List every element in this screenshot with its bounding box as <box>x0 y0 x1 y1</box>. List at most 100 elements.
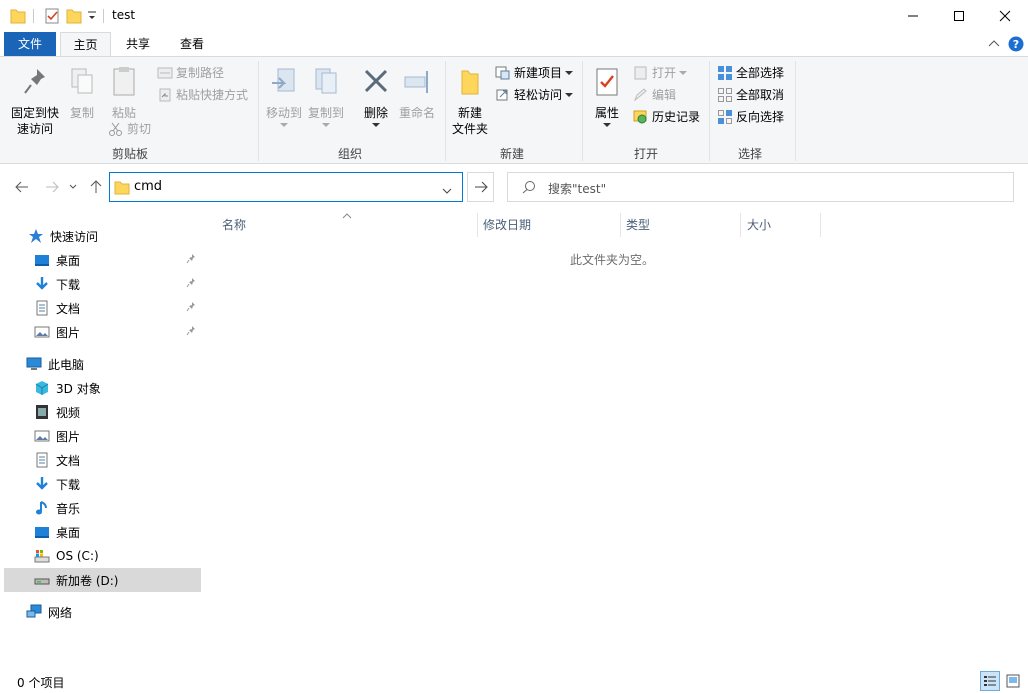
easy-access-button[interactable]: 轻松访问 <box>495 85 574 105</box>
back-button[interactable] <box>12 178 32 196</box>
copy-to-button[interactable]: 复制到 <box>304 65 348 128</box>
go-arrow-icon <box>474 181 488 193</box>
copy-button[interactable]: 复制 <box>64 65 100 121</box>
nav-this-pc[interactable]: 此电脑 <box>0 352 204 376</box>
download-icon <box>36 477 48 490</box>
select-none-icon <box>718 88 732 102</box>
help-icon[interactable]: ? <box>1008 36 1024 55</box>
column-header-size[interactable]: 大小 <box>741 213 821 237</box>
clipboard-group-label: 剪贴板 <box>111 147 148 161</box>
tab-file[interactable]: 文件 <box>4 32 56 56</box>
forward-button[interactable] <box>42 178 62 196</box>
customize-quick-access-icon[interactable] <box>87 9 97 27</box>
select-all-icon <box>718 66 732 80</box>
drive-icon <box>34 578 50 585</box>
search-box[interactable]: 搜索"test" <box>507 172 1014 202</box>
column-header-date-modified[interactable]: 修改日期 <box>478 213 621 237</box>
chevron-down-icon <box>280 123 288 127</box>
pin-icon <box>186 254 195 264</box>
computer-icon <box>26 357 42 370</box>
recent-locations-button[interactable] <box>66 178 80 196</box>
new-folder-button[interactable]: 新建 文件夹 <box>448 65 492 137</box>
rename-button[interactable]: 重命名 <box>396 65 438 121</box>
nav-pc-pictures[interactable]: 图片 <box>0 424 204 448</box>
new-folder-quick-icon[interactable] <box>66 7 82 25</box>
history-button[interactable]: 历史记录 <box>633 107 700 127</box>
tab-view[interactable]: 查看 <box>170 32 214 56</box>
nav-qa-pictures[interactable]: 图片 <box>0 320 204 344</box>
select-none-button[interactable]: 全部取消 <box>717 85 784 105</box>
forward-arrow-icon <box>46 181 59 193</box>
status-bar: 0 个项目 <box>0 669 1028 693</box>
nav-pc-3d-objects[interactable]: 3D 对象 <box>0 376 204 400</box>
cut-button[interactable]: 剪切 <box>108 119 151 139</box>
nav-pc-videos[interactable]: 视频 <box>0 400 204 424</box>
organize-group-label: 组织 <box>337 147 362 161</box>
svg-text:?: ? <box>1013 38 1019 51</box>
search-placeholder: 搜索"test" <box>548 182 607 196</box>
close-button[interactable] <box>982 0 1028 32</box>
scissors-icon <box>109 122 122 136</box>
select-group-label: 选择 <box>737 147 762 161</box>
desktop-icon <box>35 255 49 266</box>
picture-icon <box>34 326 50 338</box>
history-icon <box>633 110 647 124</box>
pin-icon <box>186 278 195 288</box>
nav-pc-music[interactable]: 音乐 <box>0 496 204 520</box>
up-button[interactable] <box>86 178 106 196</box>
properties-quick-icon[interactable] <box>44 7 60 25</box>
nav-qa-downloads[interactable]: 下载 <box>0 272 204 296</box>
chevron-down-icon <box>565 70 574 75</box>
paste-shortcut-button[interactable]: 粘贴快捷方式 <box>157 85 248 105</box>
nav-network[interactable]: 网络 <box>0 600 204 624</box>
copy-path-icon <box>157 67 173 79</box>
nav-pc-new-volume[interactable]: 新加卷 (D:) <box>4 568 201 592</box>
collapse-ribbon-icon[interactable] <box>988 38 1000 52</box>
chevron-down-icon <box>565 92 574 97</box>
edit-icon <box>633 88 647 102</box>
nav-quick-access[interactable]: 快速访问 <box>0 224 204 248</box>
open-group-label: 打开 <box>633 147 658 161</box>
copy-path-button[interactable]: 复制路径 <box>157 63 224 83</box>
address-input[interactable] <box>134 179 434 194</box>
maximize-button[interactable] <box>936 0 982 32</box>
nav-pc-os-drive[interactable]: OS (C:) <box>0 544 204 568</box>
go-button[interactable] <box>467 172 494 202</box>
open-button[interactable]: 打开 <box>633 63 688 83</box>
desktop-icon <box>35 527 49 538</box>
tab-share[interactable]: 共享 <box>116 32 160 56</box>
column-header-name[interactable]: 名称 <box>204 213 478 237</box>
paste-button[interactable]: 粘贴 <box>104 65 144 121</box>
ribbon-tabs: 文件 主页 共享 查看 ? <box>0 32 1028 57</box>
nav-pc-downloads[interactable]: 下载 <box>0 472 204 496</box>
document-icon <box>36 452 48 468</box>
column-header-type[interactable]: 类型 <box>621 213 741 237</box>
close-icon <box>999 10 1011 22</box>
nav-pc-documents[interactable]: 文档 <box>0 448 204 472</box>
invert-selection-icon <box>718 110 732 124</box>
address-dropdown-icon[interactable] <box>442 184 452 198</box>
delete-button[interactable]: 删除 <box>356 65 396 128</box>
pin-icon <box>24 69 45 94</box>
edit-button[interactable]: 编辑 <box>633 85 676 105</box>
empty-folder-message: 此文件夹为空。 <box>569 253 654 267</box>
properties-button[interactable]: 属性 <box>587 65 627 128</box>
document-icon <box>36 300 48 316</box>
music-icon <box>36 501 47 515</box>
nav-qa-documents[interactable]: 文档 <box>0 296 204 320</box>
3d-objects-icon <box>35 381 49 395</box>
large-icons-view-button[interactable] <box>1003 671 1023 691</box>
nav-qa-desktop[interactable]: 桌面 <box>0 248 204 272</box>
move-to-button[interactable]: 移动到 <box>262 65 306 128</box>
chevron-down-icon <box>322 123 330 127</box>
select-all-button[interactable]: 全部选择 <box>717 63 784 83</box>
details-view-button[interactable] <box>980 671 1000 691</box>
new-item-button[interactable]: 新建项目 <box>495 63 574 83</box>
address-bar[interactable] <box>109 172 463 202</box>
pin-to-quick-access-button[interactable]: 固定到快 速访问 <box>6 65 64 137</box>
nav-pc-desktop[interactable]: 桌面 <box>0 520 204 544</box>
tab-home[interactable]: 主页 <box>60 32 111 57</box>
invert-selection-button[interactable]: 反向选择 <box>717 107 784 127</box>
minimize-button[interactable] <box>890 0 936 32</box>
details-view-icon <box>984 676 996 686</box>
